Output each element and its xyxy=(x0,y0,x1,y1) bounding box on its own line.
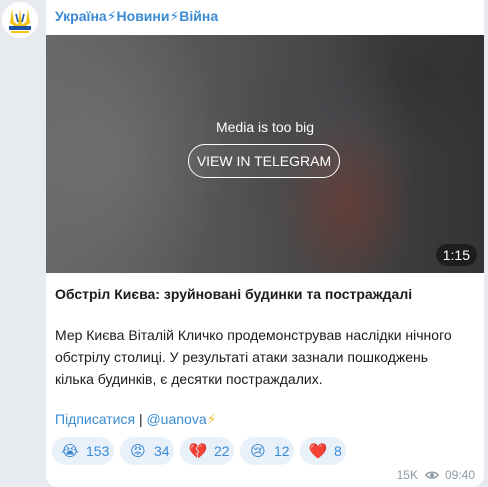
reaction-angry[interactable]: 😡 34 xyxy=(120,437,174,465)
reaction-count: 153 xyxy=(86,443,110,459)
channel-name[interactable]: Україна⚡Новини⚡Війна xyxy=(55,8,218,25)
reaction-count: 34 xyxy=(154,443,170,459)
broken-heart-icon: 💔 xyxy=(188,443,208,460)
channel-handle-link[interactable]: @uanova xyxy=(146,411,206,427)
media-too-big-notice: Media is too big xyxy=(215,119,315,135)
message-meta: 15K 09:40 xyxy=(397,468,475,482)
sad-face-icon: 😢 xyxy=(250,443,266,460)
video-preview[interactable]: Media is too big VIEW IN TELEGRAM 1:15 xyxy=(46,35,484,273)
ukraine-trident-logo-icon xyxy=(2,2,38,38)
view-count: 15K xyxy=(396,468,418,482)
crying-face-icon: 😭 xyxy=(61,443,79,460)
post-body-line: кілька будинків, є десятки постраждалих. xyxy=(55,371,323,387)
post-body: Мер Києва Віталій Кличко продемонстрував… xyxy=(55,324,475,390)
link-separator: | xyxy=(138,411,143,427)
reaction-broken-heart[interactable]: 💔 22 xyxy=(180,437,234,465)
subscribe-link[interactable]: Підписатися xyxy=(55,411,135,427)
message-bubble: Україна⚡Новини⚡Війна Media is too big VI… xyxy=(46,0,484,487)
reaction-count: 8 xyxy=(334,443,342,459)
message-time: 09:40 xyxy=(444,468,475,482)
channel-avatar[interactable] xyxy=(2,2,38,38)
post-body-line: Мер Києва Віталій Кличко продемонстрував… xyxy=(55,327,452,343)
red-heart-icon: ❤️ xyxy=(308,443,328,460)
eye-icon xyxy=(425,471,439,479)
lightning-icon: ⚡ xyxy=(206,411,217,427)
post-body-line: обстрілу столиці. У результаті атаки заз… xyxy=(55,349,429,365)
reaction-count: 12 xyxy=(274,443,290,459)
reaction-sad[interactable]: 😢 12 xyxy=(240,437,294,465)
reaction-count: 22 xyxy=(214,443,230,459)
view-in-telegram-button[interactable]: VIEW IN TELEGRAM xyxy=(188,144,340,178)
post-title: Обстріл Києва: зруйновані будинки та пос… xyxy=(55,286,413,302)
angry-face-icon: 😡 xyxy=(130,443,146,460)
post-footer-links: Підписатися | @uanova⚡ xyxy=(55,411,216,428)
video-duration-badge: 1:15 xyxy=(435,244,477,266)
reaction-crying[interactable]: 😭 153 xyxy=(52,437,114,465)
reaction-heart[interactable]: ❤️ 8 xyxy=(300,437,346,465)
